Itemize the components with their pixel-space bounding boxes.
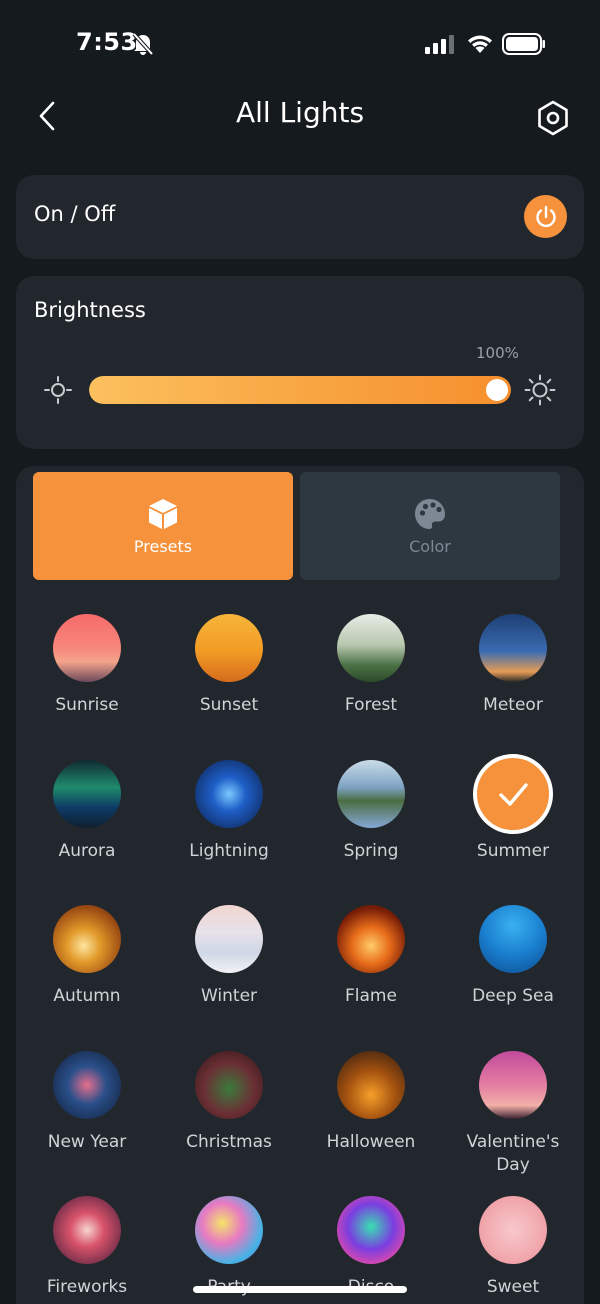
scene-label: Christmas <box>186 1132 272 1152</box>
wifi-icon <box>468 35 492 53</box>
scene-thumbnail <box>479 614 547 682</box>
scene-halloween[interactable]: Halloween <box>300 1051 442 1154</box>
tab-color-label: Color <box>409 536 451 556</box>
scene-thumbnail <box>195 1051 263 1119</box>
scene-spring[interactable]: Spring <box>300 760 442 863</box>
palette-icon <box>415 498 445 529</box>
scene-label: Flame <box>345 986 397 1006</box>
checkmark-icon <box>499 783 528 806</box>
brightness-card: Brightness 100% <box>16 276 584 449</box>
scene-label: Aurora <box>58 841 116 861</box>
scene-label: Summer <box>476 841 550 861</box>
bell-off-icon <box>132 32 154 56</box>
scene-thumbnail <box>337 905 405 973</box>
scenes-card: Presets Color Sunrise Sunset Forest Meteor A… <box>16 466 584 1304</box>
status-time: 7:53 <box>76 28 138 56</box>
scene-thumbnail <box>195 905 263 973</box>
brightness-slider-fill <box>89 376 511 404</box>
scene-thumbnail <box>195 760 263 828</box>
power-card: On / Off <box>16 175 584 259</box>
scene-label: Deep Sea <box>472 986 554 1006</box>
scene-label: New Year <box>47 1132 127 1152</box>
scene-thumbnail <box>337 760 405 828</box>
scene-lightning[interactable]: Lightning <box>158 760 300 863</box>
scene-thumbnail <box>473 754 553 834</box>
scene-label: Spring <box>343 841 399 861</box>
power-label: On / Off <box>34 202 116 226</box>
scene-fireworks[interactable]: Fireworks <box>16 1196 158 1299</box>
scene-meteor[interactable]: Meteor <box>442 614 584 717</box>
scene-label: Sunset <box>199 695 259 715</box>
scene-label: Fireworks <box>46 1277 128 1297</box>
scene-thumbnail <box>53 1196 121 1264</box>
scene-sunset[interactable]: Sunset <box>158 614 300 717</box>
scene-thumbnail <box>337 1196 405 1264</box>
brightness-title: Brightness <box>34 298 146 322</box>
settings-hexagon-icon[interactable] <box>533 98 573 138</box>
scene-thumbnail <box>337 614 405 682</box>
scene-thumbnail <box>53 1051 121 1119</box>
brightness-percent: 100% <box>476 344 519 362</box>
scene-winter[interactable]: Winter <box>158 905 300 1008</box>
scene-party[interactable]: Party <box>158 1196 300 1299</box>
scene-thumbnail <box>479 905 547 973</box>
tab-presets[interactable]: Presets <box>33 472 293 580</box>
scene-aurora[interactable]: Aurora <box>16 760 158 863</box>
scene-new-year[interactable]: New Year <box>16 1051 158 1154</box>
page-title: All Lights <box>235 96 365 129</box>
power-icon <box>535 205 556 227</box>
brightness-slider[interactable] <box>89 376 511 404</box>
scene-label: Winter <box>200 986 258 1006</box>
brightness-slider-thumb[interactable] <box>486 379 508 401</box>
scene-thumbnail <box>479 1051 547 1119</box>
cube-icon <box>149 498 177 529</box>
scene-label: Meteor <box>483 695 543 715</box>
scene-christmas[interactable]: Christmas <box>158 1051 300 1154</box>
tab-presets-label: Presets <box>133 536 193 556</box>
scene-label: Valentine's Day <box>466 1132 560 1175</box>
scene-label: Lightning <box>189 841 269 861</box>
scene-label: Sunrise <box>55 695 119 715</box>
sun-low-icon <box>44 376 72 404</box>
scene-thumbnail <box>53 905 121 973</box>
scene-sweet[interactable]: Sweet <box>442 1196 584 1299</box>
scene-thumbnail <box>479 1196 547 1264</box>
scene-thumbnail <box>53 760 121 828</box>
scene-summer[interactable]: Summer <box>442 754 584 863</box>
status-bar: 7:53 <box>0 0 600 88</box>
scene-thumbnail <box>195 614 263 682</box>
scene-thumbnail <box>337 1051 405 1119</box>
scene-flame[interactable]: Flame <box>300 905 442 1008</box>
scene-label: Forest <box>344 695 398 715</box>
scene-sunrise[interactable]: Sunrise <box>16 614 158 717</box>
scene-thumbnail <box>53 614 121 682</box>
scene-forest[interactable]: Forest <box>300 614 442 717</box>
scene-label: Sweet <box>486 1277 540 1297</box>
signal-icon <box>425 35 454 54</box>
scene-autumn[interactable]: Autumn <box>16 905 158 1008</box>
sun-high-icon <box>524 374 556 406</box>
power-button[interactable] <box>524 195 567 238</box>
home-indicator <box>193 1286 407 1293</box>
scene-thumbnail <box>195 1196 263 1264</box>
scene-disco[interactable]: Disco <box>300 1196 442 1299</box>
scene-deep-sea[interactable]: Deep Sea <box>442 905 584 1008</box>
scene-label: Halloween <box>326 1132 416 1152</box>
scene-label: Autumn <box>53 986 121 1006</box>
tab-color[interactable]: Color <box>300 472 560 580</box>
scene-valentine-s-day[interactable]: Valentine's Day <box>442 1051 584 1177</box>
battery-icon <box>502 33 545 55</box>
